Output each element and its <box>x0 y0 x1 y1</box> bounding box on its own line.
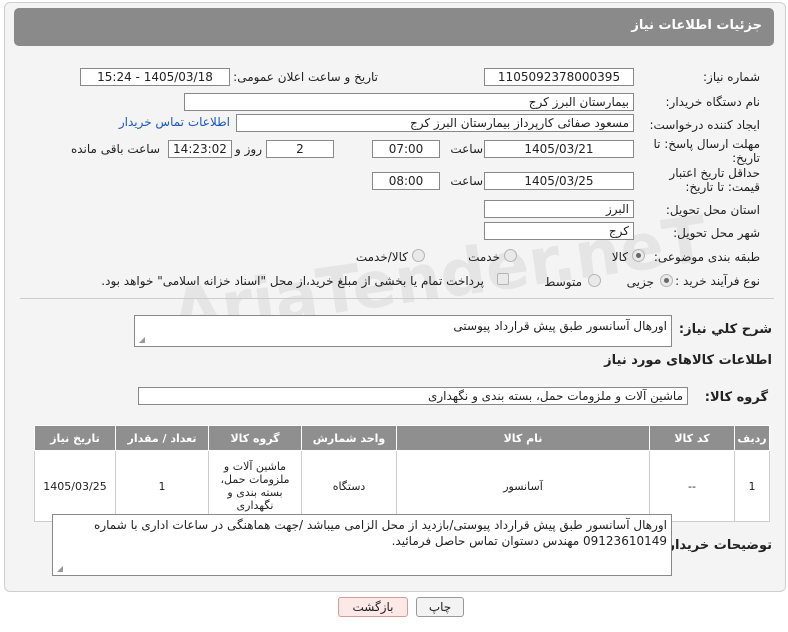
price-deadline-label: حداقل تاریخ اعتبار قیمت: تا تاریخ: <box>669 166 760 194</box>
remaining-label: ساعت باقی مانده <box>70 142 160 156</box>
category-radio-both[interactable] <box>412 249 425 262</box>
resize-grip-icon[interactable]: ◢ <box>55 565 63 573</box>
table-row: 1 -- آسانسور دستگاه ماشین آلات و ملزومات… <box>34 450 770 522</box>
buyer-notes-text: اورهال آسانسور طبق پیش قرارداد پیوستی/با… <box>94 518 667 548</box>
description-label: شرح کلي نياز: <box>678 322 772 337</box>
category-option-service: خدمت <box>468 250 500 264</box>
payment-note: پرداخت تمام یا بخشی از مبلغ خرید،از محل … <box>101 274 484 288</box>
col-header-name: نام کالا <box>396 425 650 451</box>
back-button[interactable]: بازگشت <box>338 597 408 617</box>
price-time-field[interactable]: 08:00 <box>372 172 440 190</box>
province-field[interactable]: البرز <box>484 200 634 218</box>
buyer-org-label: نام دستگاه خریدار: <box>665 95 761 109</box>
divider <box>20 298 774 299</box>
days-label: روز و <box>235 142 262 156</box>
col-header-group: گروه کالا <box>208 425 302 451</box>
reply-hour-label: ساعت <box>450 142 483 156</box>
col-header-date: تاریخ نیاز <box>34 425 116 451</box>
buyer-org-field[interactable]: بیمارستان البرز کرج <box>184 93 634 111</box>
description-text: اورهال آسانسور طبق پیش قرارداد پیوستی <box>453 319 667 333</box>
purchase-type-label: نوع فرآیند خرید : <box>675 274 760 288</box>
category-option-goods: کالا <box>611 250 628 264</box>
need-number-label: شماره نیاز: <box>703 70 760 84</box>
cell-date: 1405/03/25 <box>34 450 116 522</box>
buyer-notes-label: توضیحات خریدار: <box>662 538 772 553</box>
need-number-field[interactable]: 1105092378000395 <box>484 68 634 86</box>
goods-table: ردیف کد کالا نام کالا واحد شمارش گروه کا… <box>34 425 770 522</box>
remaining-time-field[interactable]: 14:23:02 <box>168 140 232 158</box>
print-button[interactable]: چاپ <box>416 597 464 617</box>
treasury-payment-checkbox[interactable] <box>497 273 509 285</box>
description-textarea[interactable]: اورهال آسانسور طبق پیش قرارداد پیوستی ◢ <box>134 315 672 347</box>
purchase-option-medium: متوسط <box>544 275 582 289</box>
goods-group-label: گروه کالا: <box>704 390 768 405</box>
page-title: جزئیات اطلاعات نیاز <box>631 18 762 33</box>
col-header-code: کد کالا <box>649 425 735 451</box>
purchase-radio-medium[interactable] <box>588 274 601 287</box>
category-radio-service[interactable] <box>504 249 517 262</box>
cell-name: آسانسور <box>396 450 650 522</box>
purchase-option-minor: جزیی <box>626 275 654 289</box>
price-date-field[interactable]: 1405/03/25 <box>484 172 634 190</box>
cell-row-number: 1 <box>734 450 770 522</box>
creator-label: ایجاد کننده درخواست: <box>649 118 760 132</box>
goods-info-title: اطلاعات کالاهای مورد نیاز <box>604 353 772 368</box>
buyer-notes-textarea[interactable]: اورهال آسانسور طبق پیش قرارداد پیوستی/با… <box>52 514 672 576</box>
province-label: استان محل تحویل: <box>665 203 760 217</box>
table-header-row: ردیف کد کالا نام کالا واحد شمارش گروه کا… <box>34 425 770 451</box>
page-header: جزئیات اطلاعات نیاز <box>14 8 774 46</box>
reply-deadline-label: مهلت ارسال پاسخ: تا تاریخ: <box>653 137 760 165</box>
creator-field[interactable]: مسعود صفائی کارپرداز بیمارستان البرز کرج <box>236 114 634 132</box>
col-header-unit: واحد شمارش <box>301 425 397 451</box>
col-header-row-number: ردیف <box>734 425 770 451</box>
cell-group: ماشین آلات و ملزومات حمل، بسته بندی و نگ… <box>208 450 302 522</box>
cell-code: -- <box>649 450 735 522</box>
price-hour-label: ساعت <box>450 174 483 188</box>
col-header-qty: تعداد / مقدار <box>115 425 209 451</box>
category-radio-goods[interactable] <box>632 249 645 262</box>
resize-grip-icon[interactable]: ◢ <box>137 336 145 344</box>
goods-group-field[interactable]: ماشین آلات و ملزومات حمل، بسته بندی و نگ… <box>138 387 688 405</box>
buyer-contact-link[interactable]: اطلاعات تماس خریدار <box>119 115 230 129</box>
reply-date-field[interactable]: 1405/03/21 <box>484 140 634 158</box>
cell-qty: 1 <box>115 450 209 522</box>
cell-unit: دستگاه <box>301 450 397 522</box>
purchase-radio-minor[interactable] <box>660 274 673 287</box>
announce-label: تاریخ و ساعت اعلان عمومی: <box>233 70 378 84</box>
announce-field[interactable]: 1405/03/18 - 15:24 <box>80 68 230 86</box>
days-field[interactable]: 2 <box>266 140 334 158</box>
reply-time-field[interactable]: 07:00 <box>372 140 440 158</box>
city-label: شهر محل تحویل: <box>673 226 760 240</box>
category-label: طبقه بندی موضوعی: <box>653 250 760 264</box>
category-option-both: کالا/خدمت <box>355 250 408 264</box>
city-field[interactable]: کرج <box>484 222 634 240</box>
